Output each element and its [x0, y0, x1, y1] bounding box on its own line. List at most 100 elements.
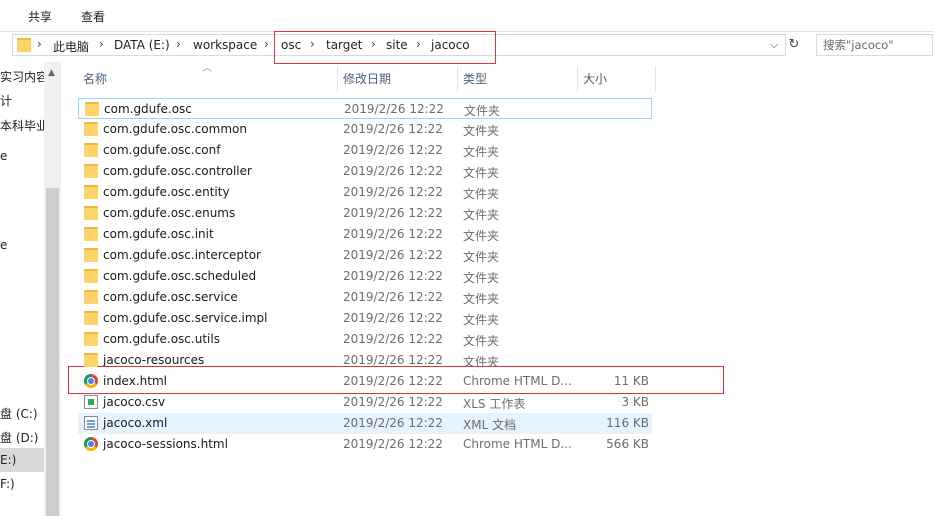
- file-type: 文件夹: [463, 250, 500, 264]
- file-size: 116 KB: [606, 416, 649, 430]
- nav-item[interactable]: e: [0, 238, 7, 252]
- file-row[interactable]: com.gdufe.osc.enums 2019/2/26 12:22 文件夹: [78, 203, 652, 224]
- breadcrumb-drive-e[interactable]: DATA (E:): [114, 38, 170, 52]
- file-name: jacoco-resources: [103, 353, 205, 367]
- file-name: com.gdufe.osc.scheduled: [103, 269, 257, 283]
- file-row[interactable]: com.gdufe.osc.common 2019/2/26 12:22 文件夹: [78, 119, 652, 140]
- folder-icon: [84, 290, 98, 304]
- file-type: 文件夹: [463, 292, 500, 306]
- column-header-date[interactable]: 修改日期: [343, 70, 391, 87]
- file-name: com.gdufe.osc.utils: [103, 332, 220, 346]
- nav-item-drive-d[interactable]: 盘 (D:): [0, 429, 38, 446]
- breadcrumb-workspace[interactable]: workspace: [193, 38, 257, 52]
- csv-file-icon: [84, 395, 98, 409]
- file-name: jacoco.xml: [103, 416, 168, 430]
- scroll-up-icon[interactable]: ▲: [48, 68, 55, 78]
- folder-icon: [84, 227, 98, 241]
- column-header-size[interactable]: 大小: [583, 70, 607, 87]
- file-row[interactable]: com.gdufe.osc 2019/2/26 12:22 文件夹: [78, 98, 652, 119]
- nav-item-drive-c[interactable]: 盘 (C:): [0, 405, 38, 422]
- file-row[interactable]: com.gdufe.osc.init 2019/2/26 12:22 文件夹: [78, 224, 652, 245]
- file-size: 11 KB: [613, 374, 649, 388]
- file-name: com.gdufe.osc.controller: [103, 164, 252, 178]
- file-type: Chrome HTML D...: [463, 374, 572, 388]
- file-date: 2019/2/26 12:22: [343, 416, 443, 430]
- folder-icon: [84, 206, 98, 220]
- file-date: 2019/2/26 12:22: [343, 332, 443, 346]
- file-row[interactable]: jacoco.csv 2019/2/26 12:22 XLS 工作表 3 KB: [78, 392, 652, 413]
- file-date: 2019/2/26 12:22: [344, 102, 444, 116]
- file-name: com.gdufe.osc: [104, 102, 192, 116]
- file-row[interactable]: com.gdufe.osc.interceptor 2019/2/26 12:2…: [78, 245, 652, 266]
- breadcrumb-separator: ›: [37, 37, 42, 51]
- column-divider[interactable]: [655, 66, 656, 92]
- nav-item[interactable]: 计: [0, 92, 12, 109]
- file-row[interactable]: com.gdufe.osc.utils 2019/2/26 12:22 文件夹: [78, 329, 652, 350]
- address-history-dropdown-icon[interactable]: ⌵: [770, 38, 778, 52]
- folder-icon: [17, 38, 31, 52]
- folder-icon: [85, 102, 99, 116]
- file-date: 2019/2/26 12:22: [343, 227, 443, 241]
- file-date: 2019/2/26 12:22: [343, 437, 443, 451]
- file-name: jacoco.csv: [103, 395, 166, 409]
- file-row[interactable]: index.html 2019/2/26 12:22 Chrome HTML D…: [78, 371, 652, 392]
- xml-file-icon: [84, 416, 98, 430]
- search-input[interactable]: [817, 35, 930, 55]
- file-type: 文件夹: [463, 124, 500, 138]
- folder-icon: [84, 185, 98, 199]
- nav-scrollbar-thumb[interactable]: [46, 188, 59, 516]
- file-date: 2019/2/26 12:22: [343, 143, 443, 157]
- column-divider[interactable]: [337, 66, 338, 92]
- folder-icon: [84, 311, 98, 325]
- file-type: 文件夹: [463, 187, 500, 201]
- nav-item-drive-f[interactable]: F:): [0, 477, 15, 491]
- file-date: 2019/2/26 12:22: [343, 395, 443, 409]
- file-row[interactable]: jacoco-resources 2019/2/26 12:22 文件夹: [78, 350, 652, 371]
- file-date: 2019/2/26 12:22: [343, 122, 443, 136]
- file-row[interactable]: jacoco-sessions.html 2019/2/26 12:22 Chr…: [78, 434, 652, 455]
- file-date: 2019/2/26 12:22: [343, 164, 443, 178]
- nav-item[interactable]: e: [0, 149, 7, 163]
- file-date: 2019/2/26 12:22: [343, 353, 443, 367]
- ribbon-tab-view[interactable]: 查看: [81, 8, 105, 25]
- column-divider[interactable]: [577, 66, 578, 92]
- file-name: com.gdufe.osc.entity: [103, 185, 230, 199]
- file-date: 2019/2/26 12:22: [343, 269, 443, 283]
- file-size: 566 KB: [606, 437, 649, 451]
- file-date: 2019/2/26 12:22: [343, 290, 443, 304]
- ribbon-tab-share[interactable]: 共享: [28, 8, 52, 25]
- file-name: com.gdufe.osc.conf: [103, 143, 221, 157]
- column-divider[interactable]: [457, 66, 458, 92]
- file-row[interactable]: com.gdufe.osc.entity 2019/2/26 12:22 文件夹: [78, 182, 652, 203]
- ribbon: 共享 查看: [0, 0, 933, 32]
- file-row[interactable]: com.gdufe.osc.scheduled 2019/2/26 12:22 …: [78, 266, 652, 287]
- file-row[interactable]: com.gdufe.osc.controller 2019/2/26 12:22…: [78, 161, 652, 182]
- breadcrumb-separator: ›: [99, 37, 104, 51]
- file-name: com.gdufe.osc.init: [103, 227, 214, 241]
- file-name: com.gdufe.osc.common: [103, 122, 247, 136]
- column-header-type[interactable]: 类型: [463, 70, 487, 87]
- folder-icon: [84, 143, 98, 157]
- file-date: 2019/2/26 12:22: [343, 185, 443, 199]
- folder-icon: [84, 269, 98, 283]
- file-type: 文件夹: [464, 104, 501, 118]
- file-type: 文件夹: [463, 271, 500, 285]
- file-type: 文件夹: [463, 355, 500, 369]
- chrome-html-icon: [84, 437, 98, 451]
- file-type: 文件夹: [463, 145, 500, 159]
- search-box[interactable]: [816, 34, 933, 56]
- refresh-icon[interactable]: ↻: [785, 36, 803, 54]
- file-date: 2019/2/26 12:22: [343, 248, 443, 262]
- nav-item-drive-e[interactable]: E:): [0, 453, 16, 467]
- file-row[interactable]: jacoco.xml 2019/2/26 12:22 XML 文档 116 KB: [78, 413, 652, 434]
- breadcrumb-this-pc[interactable]: 此电脑: [53, 38, 89, 55]
- column-header-name[interactable]: 名称: [83, 70, 107, 87]
- file-type: XLS 工作表: [463, 397, 526, 411]
- nav-item[interactable]: 实习内容: [0, 68, 48, 85]
- file-name: com.gdufe.osc.interceptor: [103, 248, 261, 262]
- file-row[interactable]: com.gdufe.osc.conf 2019/2/26 12:22 文件夹: [78, 140, 652, 161]
- file-date: 2019/2/26 12:22: [343, 374, 443, 388]
- file-row[interactable]: com.gdufe.osc.service.impl 2019/2/26 12:…: [78, 308, 652, 329]
- file-name: com.gdufe.osc.service.impl: [103, 311, 268, 325]
- file-row[interactable]: com.gdufe.osc.service 2019/2/26 12:22 文件…: [78, 287, 652, 308]
